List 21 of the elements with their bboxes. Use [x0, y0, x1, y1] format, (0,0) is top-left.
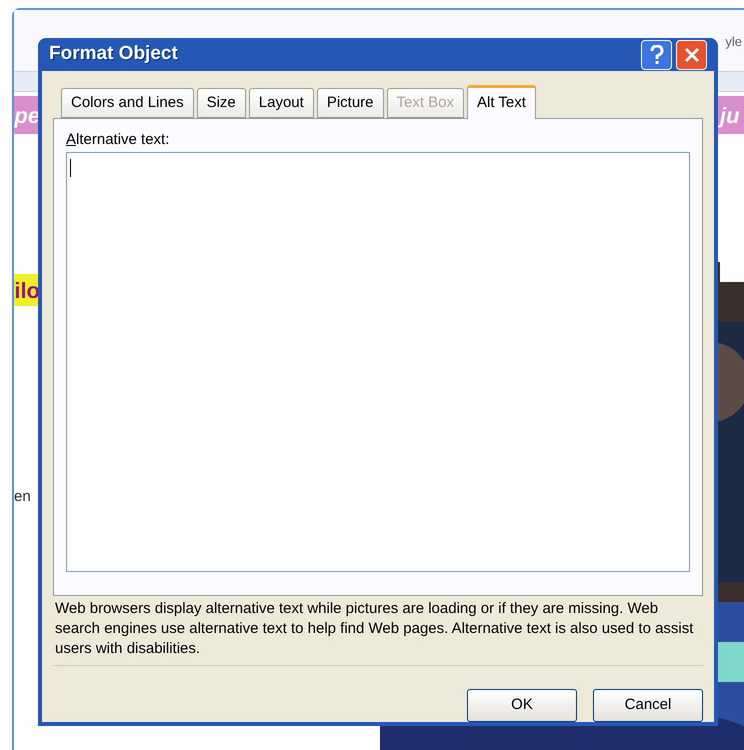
dialog-title: Format Object — [49, 42, 179, 66]
alt-text-field[interactable] — [66, 152, 690, 572]
tab[interactable]: Picture — [316, 88, 384, 118]
document-text: ju — [718, 96, 744, 134]
tab[interactable]: Alt Text — [467, 85, 536, 119]
description-text: Web browsers display alternative text while pictures are loading or if they are missing. Web search engines use alternative text to help find Web pages. Alternative text is also used to assist users with disabilities. — [53, 599, 703, 666]
tab[interactable]: Size — [196, 88, 246, 118]
ribbon-label: yle — [725, 32, 742, 51]
dialog-button[interactable]: OK — [467, 689, 577, 722]
dialog-button[interactable]: Cancel — [593, 689, 703, 722]
tab[interactable]: Colors and Lines — [61, 88, 194, 118]
tab[interactable]: Layout — [248, 88, 314, 118]
close-button[interactable] — [676, 40, 707, 70]
help-button[interactable] — [641, 40, 672, 70]
document-text: ilo — [14, 274, 40, 306]
close-icon — [684, 46, 700, 62]
field-label: Alternative text: — [66, 131, 170, 149]
help-icon — [650, 44, 664, 64]
text-cursor — [70, 159, 71, 177]
document-text: en — [14, 487, 32, 507]
document-text: pe — [14, 96, 40, 134]
